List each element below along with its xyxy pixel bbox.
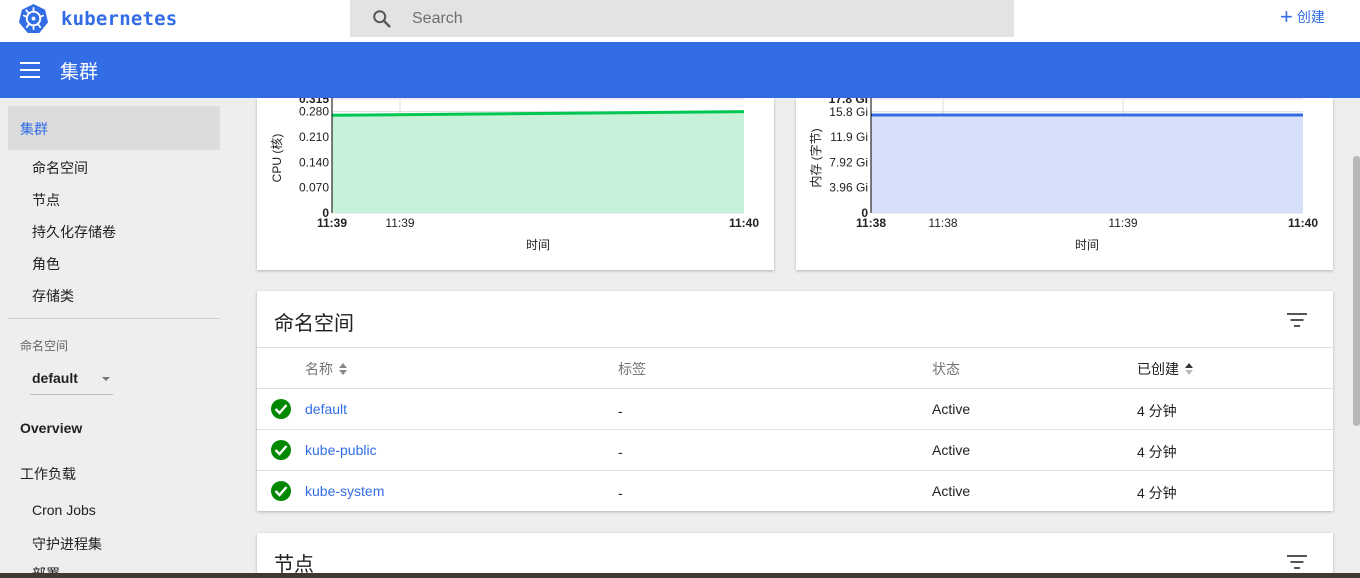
x-tick-label: 11:39 — [1108, 216, 1137, 230]
column-header-name[interactable]: 名称 — [305, 359, 347, 379]
sidebar-item-label: 集群 — [20, 121, 48, 137]
y-tick-label: 0.280 — [299, 105, 329, 119]
chevron-down-icon — [102, 377, 110, 381]
namespace-link[interactable]: kube-public — [305, 442, 377, 458]
y-tick-label: 15.8 Gi — [829, 105, 868, 119]
column-header-label: 标签 — [618, 361, 646, 377]
y-tick-label: 0.070 — [299, 181, 329, 195]
y-tick-label: 0.210 — [299, 130, 329, 144]
column-header-label: 名称 — [305, 361, 333, 377]
logo[interactable]: kubernetes — [18, 3, 177, 34]
y-tick-label: 0.140 — [299, 155, 329, 169]
column-header-label: 状态 — [932, 361, 960, 377]
column-header-created[interactable]: 已创建 — [1137, 359, 1193, 379]
column-header-label: 已创建 — [1137, 361, 1179, 377]
namespace-age: 4 分钟 — [1137, 403, 1177, 419]
sort-icon — [339, 363, 347, 375]
sidebar-item-nodes[interactable]: 节点 — [32, 190, 60, 210]
sidebar-item-workloads[interactable]: 工作负载 — [20, 464, 76, 484]
plus-icon: + — [1280, 4, 1293, 29]
x-tick-label: 11:38 — [856, 216, 886, 230]
y-tick-label: 17.8 Gi — [829, 98, 868, 106]
memory-chart-card: 0 3.96 Gi 7.92 Gi 11.9 Gi 15.8 Gi 17.8 Gi 11:3… — [796, 98, 1333, 270]
filter-icon[interactable] — [1287, 313, 1307, 327]
app-bar: 集群 — [0, 42, 1360, 98]
namespace-select[interactable]: default — [30, 364, 113, 395]
sidebar: 集群 命名空间 节点 持久化存储卷 角色 存储类 命名空间 default Ov… — [0, 98, 228, 578]
sidebar-item-cron-jobs[interactable]: Cron Jobs — [32, 502, 96, 518]
check-circle-icon — [271, 481, 291, 501]
sidebar-item-overview[interactable]: Overview — [20, 420, 82, 436]
namespace-labels: - — [618, 485, 623, 501]
x-tick-label: 11:39 — [385, 216, 414, 230]
y-tick-label: 7.92 Gi — [829, 155, 868, 169]
area-fill — [871, 115, 1303, 213]
x-axis-label: 时间 — [526, 238, 550, 252]
scrollbar[interactable] — [1353, 156, 1360, 426]
y-axis-label: CPU (核) — [270, 134, 284, 183]
page-title: 集群 — [60, 61, 99, 83]
brand-name: kubernetes — [61, 7, 178, 30]
row-divider — [257, 470, 1333, 471]
row-divider — [257, 429, 1333, 430]
y-tick-label: 0.315 — [299, 98, 329, 106]
namespace-status: Active — [932, 483, 971, 499]
nodes-card: 节点 — [257, 533, 1333, 578]
search-icon — [373, 9, 391, 28]
column-header-status: 状态 — [932, 359, 960, 379]
namespaces-card-title: 命名空间 — [274, 313, 354, 335]
filter-icon[interactable] — [1287, 555, 1307, 569]
y-tick-label: 3.96 Gi — [829, 181, 868, 195]
area-fill — [332, 111, 744, 213]
hamburger-menu-icon[interactable] — [20, 62, 40, 78]
header-divider — [257, 347, 1333, 348]
sidebar-item-namespaces[interactable]: 命名空间 — [32, 158, 88, 178]
namespaces-card: 命名空间 名称 标签 状态 已创建 default - Active 4 分钟 … — [257, 291, 1333, 511]
create-label: 创建 — [1296, 9, 1325, 25]
create-button[interactable]: + 创建 — [1280, 4, 1325, 29]
x-tick-label: 11:39 — [317, 216, 347, 230]
sidebar-divider — [8, 318, 220, 319]
y-axis-label: 内存 (字节) — [808, 128, 823, 187]
namespace-age: 4 分钟 — [1137, 485, 1177, 501]
namespace-selector-label: 命名空间 — [20, 339, 69, 353]
namespace-status: Active — [932, 401, 971, 417]
namespace-select-value: default — [32, 370, 78, 386]
cpu-chart-card: 0 0.070 0.140 0.210 0.280 0.315 11:39 11:39 11:4… — [257, 98, 774, 270]
namespace-labels: - — [618, 444, 623, 460]
sort-icon — [1185, 363, 1193, 375]
search-input[interactable] — [412, 9, 972, 28]
check-circle-icon — [271, 399, 291, 419]
sidebar-item-storage-classes[interactable]: 存储类 — [32, 286, 74, 306]
search-bar — [350, 0, 1014, 37]
x-tick-label: 11:40 — [1288, 216, 1318, 230]
x-tick-label: 11:40 — [729, 216, 759, 230]
namespace-link[interactable]: kube-system — [305, 483, 384, 499]
sidebar-item-cluster[interactable]: 集群 — [8, 106, 220, 150]
column-header-labels: 标签 — [618, 359, 646, 379]
row-divider — [257, 388, 1333, 389]
sidebar-item-daemon-sets[interactable]: 守护进程集 — [32, 534, 102, 554]
x-axis-label: 时间 — [1075, 238, 1099, 252]
namespace-link[interactable]: default — [305, 401, 347, 417]
check-circle-icon — [271, 440, 291, 460]
kubernetes-logo-icon — [18, 3, 49, 34]
namespace-age: 4 分钟 — [1137, 444, 1177, 460]
sidebar-item-roles[interactable]: 角色 — [32, 254, 60, 274]
sidebar-item-persistent-volumes[interactable]: 持久化存储卷 — [32, 222, 116, 242]
namespace-labels: - — [618, 403, 623, 419]
cpu-usage-chart: 00.0700.1400.2100.2800.31511:39 11:39 11:4… — [270, 98, 759, 252]
memory-usage-chart: 03.96 Gi7.92 Gi11.9 Gi15.8 Gi17.8 Gi11:3… — [808, 98, 1318, 252]
bottom-strip — [0, 573, 1360, 578]
x-tick-label: 11:38 — [928, 216, 957, 230]
y-tick-label: 11.9 Gi — [830, 130, 868, 144]
namespace-status: Active — [932, 442, 971, 458]
top-bar: kubernetes + 创建 — [0, 0, 1360, 42]
